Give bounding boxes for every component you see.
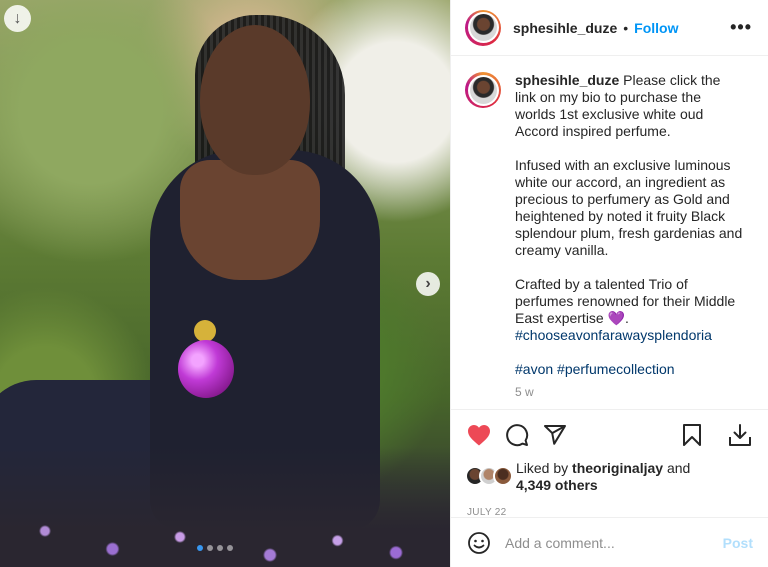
caption-area: sphesihle_duze Please click the link on … bbox=[451, 56, 768, 409]
hashtag-link[interactable]: #avon #perfumecollection bbox=[515, 361, 745, 378]
caption-paragraph: Infused with an exclusive luminous white… bbox=[515, 157, 743, 258]
carousel-dot[interactable] bbox=[217, 545, 223, 551]
bookmark-icon bbox=[683, 423, 701, 446]
heart-filled-icon bbox=[468, 424, 490, 445]
likes-count[interactable]: 4,349 others bbox=[516, 477, 598, 493]
comment-bar: Post bbox=[451, 517, 768, 567]
likes-and: and bbox=[666, 460, 691, 476]
likes-text: Liked by theoriginaljay and 4,349 others bbox=[516, 460, 690, 494]
photo-person-face bbox=[200, 25, 310, 175]
carousel-dot[interactable] bbox=[227, 545, 233, 551]
caption-text: sphesihle_duze Please click the link on … bbox=[515, 72, 745, 409]
perfume-bottle bbox=[178, 340, 234, 398]
post-header: sphesihle_duze • Follow ••• bbox=[451, 0, 768, 56]
caption-timestamp[interactable]: 5 w bbox=[515, 384, 745, 401]
follow-button[interactable]: Follow bbox=[634, 20, 678, 36]
header-username[interactable]: sphesihle_duze bbox=[513, 20, 617, 36]
likes-row: Liked by theoriginaljay and 4,349 others bbox=[451, 459, 768, 495]
post-button[interactable]: Post bbox=[723, 535, 753, 551]
smiley-icon[interactable] bbox=[467, 531, 491, 555]
caption-avatar[interactable] bbox=[465, 72, 501, 108]
post-photo[interactable]: ↓ › bbox=[0, 0, 450, 567]
paper-plane-icon bbox=[544, 424, 566, 445]
carousel-dots bbox=[197, 545, 233, 551]
caption-paragraph-text: Crafted by a talented Trio of perfumes r… bbox=[515, 276, 736, 326]
caption-paragraph: Crafted by a talented Trio of perfumes r… bbox=[515, 276, 745, 344]
avatar-border bbox=[467, 74, 499, 106]
liked-by-user[interactable]: theoriginaljay bbox=[572, 460, 663, 476]
avatar bbox=[493, 466, 513, 486]
share-button[interactable] bbox=[541, 421, 569, 449]
action-bar bbox=[451, 409, 768, 459]
comment-input[interactable] bbox=[505, 534, 705, 551]
caption-username[interactable]: sphesihle_duze bbox=[515, 72, 619, 88]
save-button[interactable] bbox=[678, 421, 706, 449]
carousel-dot[interactable] bbox=[207, 545, 213, 551]
download-icon[interactable]: ↓ bbox=[4, 5, 31, 32]
avatar-border bbox=[467, 12, 499, 43]
photo-person-neck bbox=[180, 160, 320, 280]
avatar[interactable] bbox=[465, 9, 501, 46]
like-button[interactable] bbox=[465, 421, 493, 449]
chevron-right-icon: › bbox=[425, 275, 431, 292]
perfume-bottle-cap bbox=[194, 320, 216, 342]
comment-bubble-icon bbox=[506, 423, 529, 446]
next-slide-button[interactable]: › bbox=[416, 272, 440, 296]
likes-prefix: Liked by bbox=[516, 460, 569, 476]
carousel-dot[interactable] bbox=[197, 545, 203, 551]
avatar-image bbox=[469, 14, 497, 41]
avatar-image bbox=[469, 76, 497, 104]
download-tray-icon bbox=[729, 423, 751, 446]
liker-avatars[interactable] bbox=[465, 466, 515, 488]
download-button[interactable] bbox=[726, 421, 754, 449]
comment-button[interactable] bbox=[503, 421, 531, 449]
caption-paragraph: sphesihle_duze Please click the link on … bbox=[515, 72, 745, 140]
post-panel: sphesihle_duze • Follow ••• sphesihle_du… bbox=[450, 0, 768, 567]
hashtag-link[interactable]: #chooseavonfarawaysplendoria bbox=[515, 327, 712, 343]
more-options-icon[interactable]: ••• bbox=[730, 17, 752, 38]
header-separator: • bbox=[623, 19, 629, 36]
